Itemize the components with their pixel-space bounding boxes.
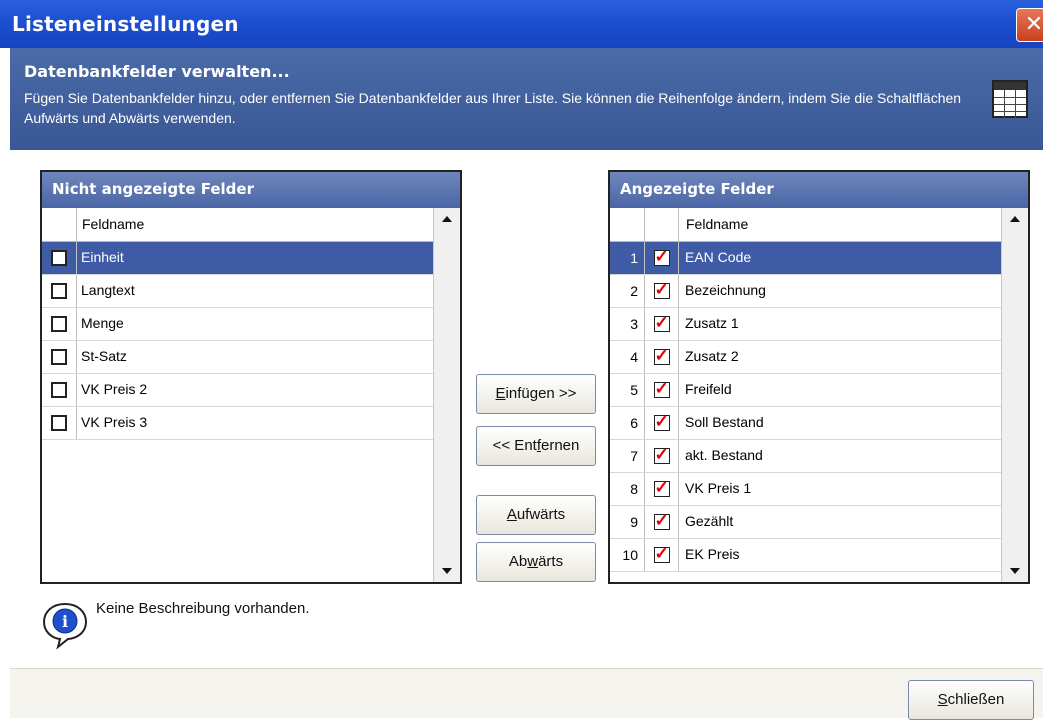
list-item[interactable]: 9 ✓ Gezählt <box>610 506 1001 539</box>
header-description: Fügen Sie Datenbankfelder hinzu, oder en… <box>24 90 962 126</box>
shown-fields-title: Angezeigte Felder <box>610 172 1028 208</box>
scroll-up-icon[interactable] <box>434 208 460 232</box>
checkbox[interactable] <box>51 349 67 365</box>
shown-fields-list: 1 ✓ EAN Code 2 ✓ Bezeichnung 3 ✓ Zusatz 1 4 ✓ Zusat… <box>610 242 1001 572</box>
checkbox-checked[interactable]: ✓ <box>653 479 670 497</box>
checkbox-checked[interactable]: ✓ <box>653 347 670 365</box>
scroll-up-icon[interactable] <box>1002 208 1028 232</box>
hidden-fields-list: Einheit Langtext Menge St-Satz VK Preis … <box>42 242 433 440</box>
checkbox-checked[interactable]: ✓ <box>653 380 670 398</box>
hidden-fields-panel: Nicht angezeigte Felder Feldname Einheit… <box>40 170 462 584</box>
shown-fields-panel: Angezeigte Felder Feldname 1 ✓ EAN Code 2 ✓ B… <box>608 170 1030 584</box>
insert-button[interactable]: Einfügen >> <box>476 374 596 414</box>
move-up-button[interactable]: Aufwärts <box>476 495 596 535</box>
row-number: 3 <box>630 316 638 332</box>
checkbox[interactable] <box>51 316 67 332</box>
row-number: 5 <box>630 382 638 398</box>
row-number: 9 <box>630 514 638 530</box>
list-item[interactable]: 4 ✓ Zusatz 2 <box>610 341 1001 374</box>
remove-button[interactable]: << Entfernen <box>476 426 596 466</box>
description-text: Keine Beschreibung vorhanden. <box>96 600 310 617</box>
checkbox[interactable] <box>51 250 67 266</box>
list-item[interactable]: 7 ✓ akt. Bestand <box>610 440 1001 473</box>
checkbox-checked[interactable]: ✓ <box>653 512 670 530</box>
close-icon: ✕ <box>1024 12 1043 37</box>
hidden-fields-title: Nicht angezeigte Felder <box>42 172 460 208</box>
window-title: Listeneinstellungen <box>12 12 239 36</box>
checkbox-checked[interactable]: ✓ <box>653 281 670 299</box>
column-feldname: Feldname <box>82 216 145 232</box>
list-item[interactable]: 10 ✓ EK Preis <box>610 539 1001 572</box>
list-item[interactable]: VK Preis 2 <box>42 374 433 407</box>
header-title: Datenbankfelder verwalten... <box>24 62 290 81</box>
list-item[interactable]: 3 ✓ Zusatz 1 <box>610 308 1001 341</box>
column-feldname: Feldname <box>686 216 749 232</box>
row-number: 1 <box>630 250 638 266</box>
dialog-footer <box>10 668 1043 718</box>
list-item[interactable]: 2 ✓ Bezeichnung <box>610 275 1001 308</box>
row-number: 10 <box>622 547 638 563</box>
move-down-button[interactable]: Abwärts <box>476 542 596 582</box>
svg-text:i: i <box>62 612 68 631</box>
close-button[interactable]: ✕ <box>1016 8 1043 42</box>
row-number: 2 <box>630 283 638 299</box>
list-item[interactable]: 6 ✓ Soll Bestand <box>610 407 1001 440</box>
checkbox-checked[interactable]: ✓ <box>653 545 670 563</box>
hidden-fields-scrollbar[interactable] <box>433 208 460 582</box>
checkbox[interactable] <box>51 382 67 398</box>
hidden-fields-column-header[interactable]: Feldname <box>42 208 433 242</box>
row-number: 6 <box>630 415 638 431</box>
checkbox-checked[interactable]: ✓ <box>653 446 670 464</box>
list-item[interactable]: 8 ✓ VK Preis 1 <box>610 473 1001 506</box>
row-number: 8 <box>630 481 638 497</box>
checkbox-checked[interactable]: ✓ <box>653 248 670 266</box>
table-icon <box>992 80 1028 118</box>
close-dialog-button[interactable]: Schließen <box>908 680 1034 720</box>
list-item[interactable]: Menge <box>42 308 433 341</box>
shown-fields-scrollbar[interactable] <box>1001 208 1028 582</box>
scroll-down-icon[interactable] <box>434 558 460 582</box>
list-item[interactable]: St-Satz <box>42 341 433 374</box>
list-item[interactable]: Einheit <box>42 242 433 275</box>
checkbox[interactable] <box>51 415 67 431</box>
list-item[interactable]: Langtext <box>42 275 433 308</box>
list-item[interactable]: 1 ✓ EAN Code <box>610 242 1001 275</box>
checkbox[interactable] <box>51 283 67 299</box>
checkbox-checked[interactable]: ✓ <box>653 413 670 431</box>
row-number: 4 <box>630 349 638 365</box>
scroll-down-icon[interactable] <box>1002 558 1028 582</box>
info-icon: i <box>40 600 90 650</box>
checkbox-checked[interactable]: ✓ <box>653 314 670 332</box>
list-item[interactable]: 5 ✓ Freifeld <box>610 374 1001 407</box>
list-item[interactable]: VK Preis 3 <box>42 407 433 440</box>
row-number: 7 <box>630 448 638 464</box>
shown-fields-column-header[interactable]: Feldname <box>610 208 1001 242</box>
